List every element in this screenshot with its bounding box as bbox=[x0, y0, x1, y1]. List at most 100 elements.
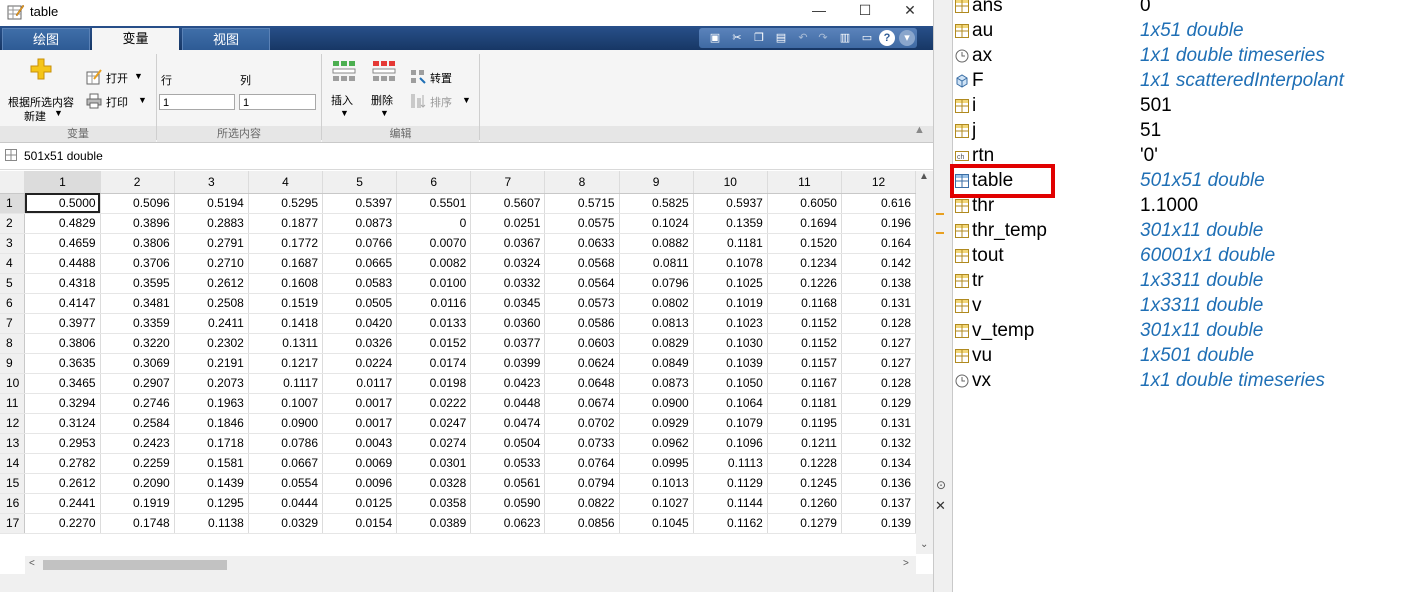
table-cell[interactable]: 0.0624 bbox=[544, 353, 620, 374]
table-cell[interactable]: 0.0043 bbox=[322, 433, 398, 454]
table-cell[interactable]: 0.1217 bbox=[248, 353, 324, 374]
table-cell[interactable]: 0.5937 bbox=[693, 193, 768, 214]
column-header[interactable]: 3 bbox=[174, 171, 249, 194]
table-cell[interactable]: 0.1694 bbox=[767, 213, 842, 234]
table-cell[interactable]: 0.0069 bbox=[322, 453, 398, 474]
table-cell[interactable]: 0.2302 bbox=[174, 333, 249, 354]
table-cell[interactable]: 0.5194 bbox=[174, 193, 249, 214]
table-cell[interactable]: 0.1129 bbox=[693, 473, 768, 494]
workspace-row-thr-temp[interactable]: thr_temp 301x11 double bbox=[953, 219, 1401, 244]
table-cell[interactable]: 0.1113 bbox=[693, 453, 768, 474]
table-cell[interactable]: 0.0125 bbox=[322, 493, 398, 514]
variable-grid[interactable]: 1 2 3 4 5 6 7 8 9 10 11 12 1 0.5000 0.5096 0.5194 0.529… bbox=[0, 171, 916, 554]
column-selection-input[interactable]: 1 bbox=[239, 94, 316, 110]
table-cell[interactable]: 0.1013 bbox=[619, 473, 694, 494]
table-cell[interactable]: 0.3481 bbox=[100, 293, 175, 314]
table-cell[interactable]: 0.1079 bbox=[693, 413, 768, 434]
table-cell[interactable]: 0.1152 bbox=[767, 333, 842, 354]
table-cell[interactable]: 0.1019 bbox=[693, 293, 768, 314]
table-cell[interactable]: 0.0575 bbox=[544, 213, 620, 234]
column-header[interactable]: 6 bbox=[396, 171, 472, 194]
table-cell[interactable]: 0.0849 bbox=[619, 353, 694, 374]
table-cell[interactable]: 0.0568 bbox=[544, 253, 620, 274]
scroll-up-icon[interactable]: ▲ bbox=[919, 171, 929, 182]
table-cell[interactable]: 0.0152 bbox=[396, 333, 472, 354]
table-cell[interactable]: 0.0590 bbox=[470, 493, 546, 514]
new-from-selection-button[interactable]: 根据所选内容 新建 ▼ bbox=[4, 56, 76, 123]
row-selection-input[interactable]: 1 bbox=[159, 94, 235, 110]
workspace-row-tout[interactable]: tout 60001x1 double bbox=[953, 244, 1401, 269]
close-button[interactable]: ✕ bbox=[887, 0, 933, 22]
table-cell[interactable]: 0.0995 bbox=[619, 453, 694, 474]
table-cell[interactable]: 0.1846 bbox=[174, 413, 249, 434]
table-cell[interactable]: 0.0389 bbox=[396, 513, 472, 534]
table-cell[interactable]: 0.1045 bbox=[619, 513, 694, 534]
scroll-right-icon[interactable]: > bbox=[903, 558, 909, 569]
table-cell[interactable]: 0.1877 bbox=[248, 213, 324, 234]
table-cell[interactable]: 0.5715 bbox=[544, 193, 620, 214]
workspace-row-f[interactable]: F 1x1 scatteredInterpolant bbox=[953, 69, 1401, 94]
column-header[interactable]: 7 bbox=[470, 171, 546, 194]
table-cell[interactable]: 0 bbox=[396, 213, 472, 234]
table-cell[interactable]: 0.0505 bbox=[322, 293, 398, 314]
table-cell[interactable]: 0.127 bbox=[841, 333, 916, 354]
row-header[interactable]: 2 bbox=[0, 213, 26, 234]
table-cell[interactable]: 0.2259 bbox=[100, 453, 175, 474]
table-cell[interactable]: 0.127 bbox=[841, 353, 916, 374]
table-cell[interactable]: 0.0573 bbox=[544, 293, 620, 314]
table-cell[interactable]: 0.131 bbox=[841, 293, 916, 314]
table-cell[interactable]: 0.1211 bbox=[767, 433, 842, 454]
column-header[interactable]: 2 bbox=[100, 171, 175, 194]
row-header[interactable]: 15 bbox=[0, 473, 26, 494]
table-cell[interactable]: 0.2441 bbox=[24, 493, 101, 514]
table-cell[interactable]: 0.2953 bbox=[24, 433, 101, 454]
table-cell[interactable]: 0.0633 bbox=[544, 233, 620, 254]
table-cell[interactable]: 0.5295 bbox=[248, 193, 324, 214]
table-cell[interactable]: 0.0665 bbox=[322, 253, 398, 274]
row-header[interactable]: 13 bbox=[0, 433, 26, 454]
horizontal-scrollbar[interactable]: < > bbox=[25, 556, 916, 574]
table-cell[interactable]: 0.0082 bbox=[396, 253, 472, 274]
column-header[interactable]: 11 bbox=[767, 171, 842, 194]
table-cell[interactable]: 0.1234 bbox=[767, 253, 842, 274]
table-cell[interactable]: 0.0301 bbox=[396, 453, 472, 474]
table-cell[interactable]: 0.2411 bbox=[174, 313, 249, 334]
table-cell[interactable]: 0.0399 bbox=[470, 353, 546, 374]
help-icon[interactable]: ? bbox=[879, 30, 895, 46]
table-cell[interactable]: 0.6050 bbox=[767, 193, 842, 214]
cut-icon[interactable]: ✂ bbox=[729, 30, 745, 46]
table-cell[interactable]: 0.3220 bbox=[100, 333, 175, 354]
tab-plots[interactable]: 绘图 bbox=[2, 28, 90, 51]
table-cell[interactable]: 0.1245 bbox=[767, 473, 842, 494]
table-cell[interactable]: 0.5825 bbox=[619, 193, 694, 214]
table-cell[interactable]: 0.1519 bbox=[248, 293, 324, 314]
table-cell[interactable]: 0.4147 bbox=[24, 293, 101, 314]
table-cell[interactable]: 0.1772 bbox=[248, 233, 324, 254]
table-cell[interactable]: 0.3124 bbox=[24, 413, 101, 434]
table-cell[interactable]: 0.0116 bbox=[396, 293, 472, 314]
table-cell[interactable]: 0.0100 bbox=[396, 273, 472, 294]
table-cell[interactable]: 0.3977 bbox=[24, 313, 101, 334]
table-cell[interactable]: 0.0174 bbox=[396, 353, 472, 374]
table-cell[interactable]: 0.134 bbox=[841, 453, 916, 474]
workspace-row-v[interactable]: v 1x3311 double bbox=[953, 294, 1401, 319]
row-header[interactable]: 3 bbox=[0, 233, 26, 254]
options-icon[interactable]: ▾ bbox=[899, 30, 915, 46]
table-cell[interactable]: 0.1919 bbox=[100, 493, 175, 514]
column-header[interactable]: 4 bbox=[248, 171, 324, 194]
table-cell[interactable]: 0.0224 bbox=[322, 353, 398, 374]
table-cell[interactable]: 0.1167 bbox=[767, 373, 842, 394]
table-cell[interactable]: 0.2782 bbox=[24, 453, 101, 474]
table-cell[interactable]: 0.0583 bbox=[322, 273, 398, 294]
table-cell[interactable]: 0.0822 bbox=[544, 493, 620, 514]
table-cell[interactable]: 0.142 bbox=[841, 253, 916, 274]
table-cell[interactable]: 0.1050 bbox=[693, 373, 768, 394]
table-cell[interactable]: 0.1181 bbox=[767, 393, 842, 414]
table-cell[interactable]: 0.4488 bbox=[24, 253, 101, 274]
delete-button[interactable]: 删除 ▼ bbox=[366, 58, 402, 122]
table-cell[interactable]: 0.1168 bbox=[767, 293, 842, 314]
table-cell[interactable]: 0.2191 bbox=[174, 353, 249, 374]
table-cell[interactable]: 0.4318 bbox=[24, 273, 101, 294]
table-cell[interactable]: 0.0873 bbox=[322, 213, 398, 234]
insert-button[interactable]: 插入 ▼ bbox=[326, 58, 362, 122]
